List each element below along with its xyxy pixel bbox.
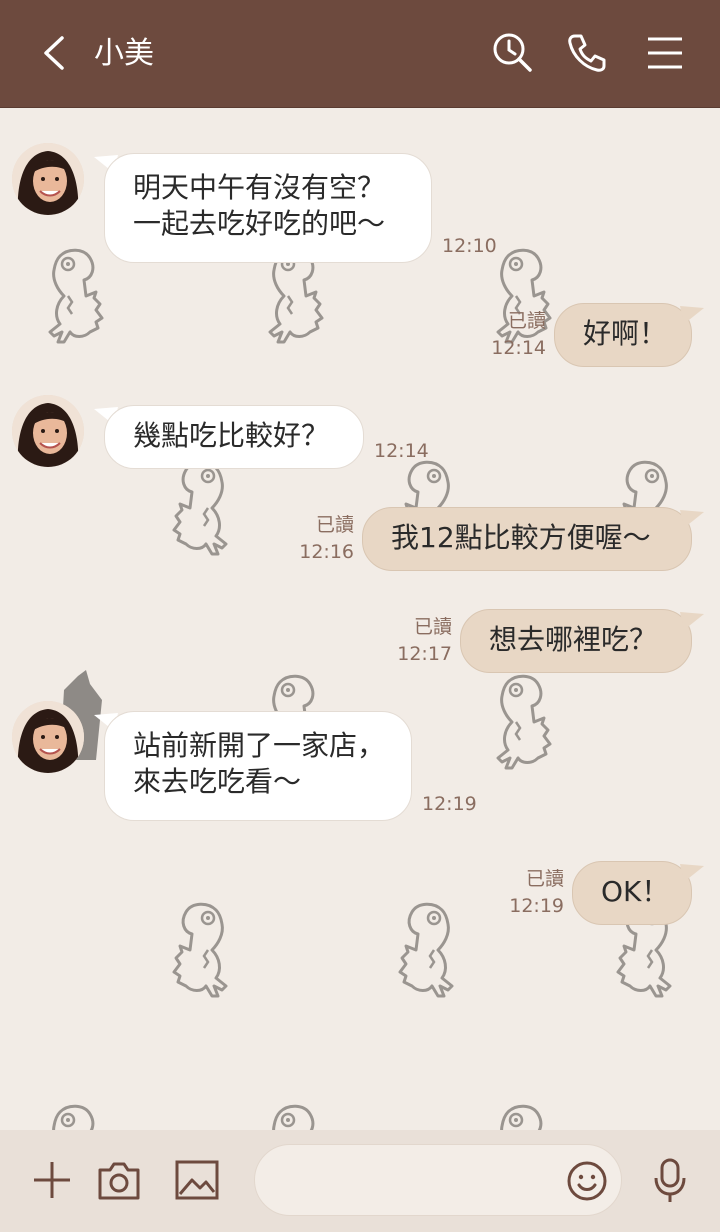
dinosaur-background-icon	[172, 902, 228, 998]
search-clock-icon[interactable]	[490, 30, 536, 76]
dinosaur-background-icon	[172, 460, 228, 556]
message-composer	[0, 1130, 720, 1232]
emoji-icon[interactable]	[565, 1159, 609, 1203]
message-text-line: OK！	[601, 875, 670, 908]
message-bubble-outgoing[interactable]: OK！	[572, 861, 692, 925]
bubble-tail	[680, 306, 704, 324]
chat-header: 小美	[0, 0, 720, 108]
message-text-line: 我12點比較方便喔～	[391, 521, 651, 554]
message-time: 12:19	[422, 793, 477, 815]
message-input-box[interactable]	[254, 1144, 622, 1216]
message-time: 12:16	[299, 541, 354, 563]
message-bubble-outgoing[interactable]: 我12點比較方便喔～	[362, 507, 692, 571]
plus-icon[interactable]	[30, 1158, 74, 1202]
camera-icon[interactable]	[96, 1158, 142, 1202]
read-receipt: 已讀	[413, 616, 452, 638]
bubble-tail	[680, 612, 704, 630]
message-input[interactable]	[277, 1159, 561, 1205]
menu-icon[interactable]	[642, 30, 688, 76]
chat-area[interactable]: 明天中午有沒有空？ 一起去吃好吃的吧～ 12:10 已讀 12:14 好啊！ 幾…	[0, 108, 720, 1130]
contact-avatar[interactable]	[12, 395, 84, 467]
bubble-tail	[680, 510, 704, 528]
message-bubble-incoming[interactable]: 幾點吃比較好？	[104, 405, 364, 469]
dinosaur-background-icon	[496, 1104, 552, 1130]
dinosaur-background-icon	[48, 248, 104, 344]
chat-title: 小美	[94, 36, 154, 71]
read-receipt: 已讀	[507, 310, 546, 332]
contact-avatar[interactable]	[12, 701, 84, 773]
read-receipt: 已讀	[525, 868, 564, 890]
message-time: 12:14	[374, 440, 429, 462]
image-icon[interactable]	[174, 1158, 220, 1202]
message-text-line: 來去吃吃看～	[133, 765, 302, 798]
dinosaur-background-icon	[398, 902, 454, 998]
message-bubble-outgoing[interactable]: 想去哪裡吃？	[460, 609, 692, 673]
read-receipt: 已讀	[315, 514, 354, 536]
message-bubble-incoming[interactable]: 站前新開了一家店， 來去吃吃看～	[104, 711, 412, 821]
message-time: 12:19	[509, 895, 564, 917]
message-text-line: 好啊！	[583, 317, 668, 350]
message-text-line: 站前新開了一家店，	[133, 729, 386, 762]
phone-icon[interactable]	[564, 30, 610, 76]
message-time: 12:14	[491, 337, 546, 359]
dinosaur-background-icon	[268, 1104, 324, 1130]
bubble-tail	[680, 864, 704, 882]
message-time: 12:10	[442, 235, 497, 257]
contact-avatar[interactable]	[12, 143, 84, 215]
dinosaur-background-icon	[48, 1104, 104, 1130]
message-text-line: 明天中午有沒有空？	[133, 171, 386, 204]
microphone-icon[interactable]	[648, 1156, 692, 1204]
message-bubble-outgoing[interactable]: 好啊！	[554, 303, 692, 367]
message-time: 12:17	[397, 643, 452, 665]
back-chevron-left-icon[interactable]	[32, 30, 78, 76]
message-text-line: 一起去吃好吃的吧～	[133, 207, 386, 240]
message-bubble-incoming[interactable]: 明天中午有沒有空？ 一起去吃好吃的吧～	[104, 153, 432, 263]
message-text-line: 幾點吃比較好？	[133, 419, 330, 452]
message-text-line: 想去哪裡吃？	[489, 623, 658, 656]
dinosaur-background-icon	[496, 674, 552, 770]
